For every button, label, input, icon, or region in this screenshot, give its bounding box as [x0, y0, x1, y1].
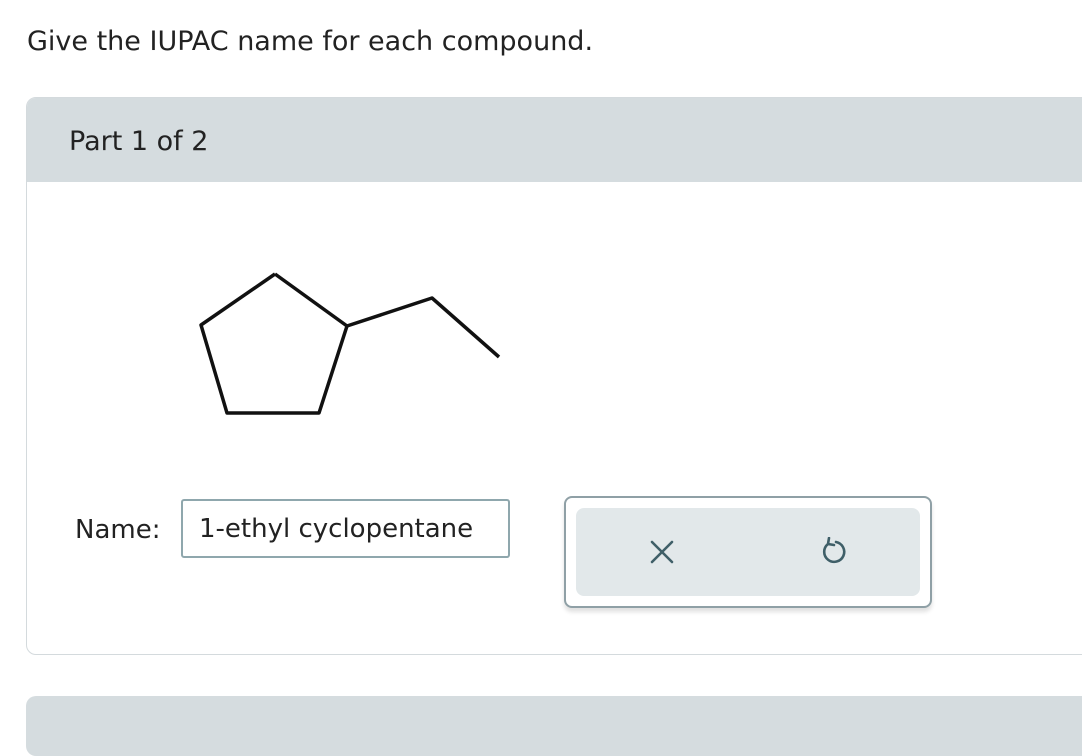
molecule-structure: [199, 272, 501, 415]
undo-icon: [822, 537, 846, 564]
next-part-card: [26, 696, 1082, 756]
ethyl-chain: [346, 296, 501, 359]
clear-button[interactable]: [640, 530, 684, 574]
question-prompt: Give the IUPAC name for each compound.: [27, 26, 594, 57]
answer-action-panel: [564, 496, 932, 608]
answer-action-bar: [576, 508, 920, 596]
undo-button[interactable]: [812, 530, 856, 574]
close-icon: [650, 540, 674, 564]
name-label: Name:: [75, 515, 161, 545]
cyclopentane-ring: [199, 272, 349, 415]
name-input[interactable]: [181, 499, 510, 558]
